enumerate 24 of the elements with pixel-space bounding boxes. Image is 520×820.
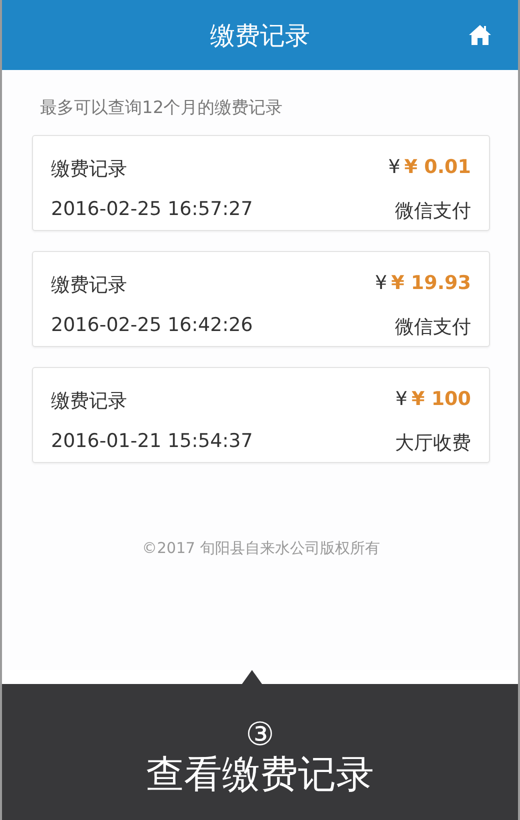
record-datetime: 2016-01-21 15:54:37: [51, 430, 254, 454]
payment-method: 微信支付: [394, 198, 471, 224]
currency-sign: ¥: [388, 156, 400, 178]
page-title: 缴费记录: [210, 20, 310, 52]
record-datetime: 2016-02-25 16:57:27: [51, 198, 254, 222]
home-icon[interactable]: [468, 24, 492, 46]
payment-method: 大厅收费: [395, 430, 471, 456]
record-amount: ¥ 19.93: [391, 272, 471, 294]
caption-text: 查看缴费记录: [146, 752, 374, 798]
step-number: ③: [246, 716, 274, 752]
record-title: 缴费记录: [51, 273, 128, 298]
hint-text: 最多可以查询12个月的缴费记录: [40, 97, 284, 119]
copyright-text: ©2017 旬阳县自来水公司版权所有: [142, 539, 380, 558]
record-title: 缴费记录: [51, 157, 128, 182]
record-title: 缴费记录: [51, 389, 128, 414]
record-datetime: 2016-02-25 16:42:26: [51, 314, 254, 338]
currency-sign: ¥: [395, 388, 408, 410]
record-card[interactable]: 缴费记录 ¥ ¥ 100 2016-01-21 15:54:37 大厅收费: [32, 367, 490, 463]
record-card[interactable]: 缴费记录 ¥ ¥ 19.93 2016-02-25 16:42:26 微信支付: [32, 251, 490, 347]
record-card[interactable]: 缴费记录 ¥ ¥ 0.01 2016-02-25 16:57:27 微信支付: [32, 135, 490, 231]
record-amount: ¥ 0.01: [404, 156, 471, 178]
payment-method: 微信支付: [394, 314, 471, 340]
record-amount: ¥ 100: [412, 388, 471, 410]
currency-sign: ¥: [374, 272, 388, 294]
